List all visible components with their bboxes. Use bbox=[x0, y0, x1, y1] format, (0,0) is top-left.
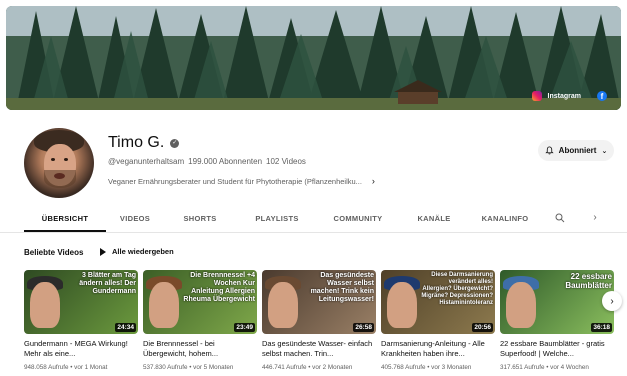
video-card[interactable]: Die Brennnessel +4 Wochen Kur Anleitung … bbox=[143, 270, 257, 371]
video-title[interactable]: Gundermann - MEGA Wirkung! Mehr als eine… bbox=[24, 339, 138, 360]
channel-meta: @veganunterhaltsam 199.000 Abonnenten 10… bbox=[108, 157, 306, 166]
video-thumbnail[interactable]: Das gesündeste Wasser selbst machen! Tri… bbox=[262, 270, 376, 334]
bell-icon bbox=[545, 146, 554, 155]
thumbnail-overlay-text: Das gesündeste Wasser selbst machen! Tri… bbox=[310, 272, 374, 304]
channel-handle: @veganunterhaltsam bbox=[108, 157, 185, 166]
video-duration: 26:58 bbox=[353, 323, 374, 332]
video-shelf: 3 Blätter am Tag ändern alles! Der Gunde… bbox=[24, 270, 614, 371]
video-count: 102 Videos bbox=[266, 157, 306, 166]
channel-description[interactable]: Veganer Ernährungsberater und Student fü… bbox=[108, 176, 375, 186]
shelf-next-arrow-icon[interactable]: › bbox=[602, 291, 622, 311]
video-duration: 23:49 bbox=[234, 323, 255, 332]
video-duration: 36:18 bbox=[591, 323, 612, 332]
tab-about[interactable]: KANALINFO bbox=[470, 210, 540, 232]
tab-playlists[interactable]: PLAYLISTS bbox=[236, 210, 318, 232]
subscriber-count: 199.000 Abonnenten bbox=[188, 157, 263, 166]
play-all-button[interactable]: Alle wiedergeben bbox=[100, 247, 174, 256]
tab-search[interactable] bbox=[540, 210, 580, 223]
video-meta: 446.741 Aufrufe • vor 2 Monaten bbox=[262, 364, 353, 371]
video-thumbnail[interactable]: Diese Darmsanierung verändert alles! All… bbox=[381, 270, 495, 334]
video-meta: 405.768 Aufrufe • vor 3 Monaten bbox=[381, 364, 472, 371]
play-icon bbox=[100, 247, 106, 256]
channel-tabs: ÜBERSICHT VIDEOS SHORTS PLAYLISTS COMMUN… bbox=[24, 210, 614, 232]
channel-banner: Instagram f bbox=[6, 6, 621, 110]
tabs-divider bbox=[0, 232, 627, 233]
section-title: Beliebte Videos bbox=[24, 248, 84, 257]
video-card[interactable]: Das gesündeste Wasser selbst machen! Tri… bbox=[262, 270, 376, 371]
thumbnail-overlay-text: Diese Darmsanierung verändert alles! All… bbox=[421, 272, 493, 306]
search-icon bbox=[555, 213, 565, 223]
subscribed-button[interactable]: Abonniert ⌄ bbox=[538, 140, 614, 161]
video-title[interactable]: Das gesündeste Wasser- einfach selbst ma… bbox=[262, 339, 376, 360]
channel-name-row: Timo G. ✓ bbox=[108, 134, 180, 152]
tabs-next-arrow-icon[interactable]: › bbox=[580, 210, 610, 223]
tab-channels[interactable]: KANÄLE bbox=[398, 210, 470, 232]
tab-videos[interactable]: VIDEOS bbox=[106, 210, 164, 232]
play-all-label: Alle wiedergeben bbox=[112, 247, 174, 256]
video-title[interactable]: 22 essbare Baumblätter - gratis Superfoo… bbox=[500, 339, 614, 360]
video-thumbnail[interactable]: 3 Blätter am Tag ändern alles! Der Gunde… bbox=[24, 270, 138, 334]
video-thumbnail[interactable]: Die Brennnessel +4 Wochen Kur Anleitung … bbox=[143, 270, 257, 334]
banner-forest-image bbox=[6, 6, 621, 110]
video-card[interactable]: Diese Darmsanierung verändert alles! All… bbox=[381, 270, 495, 371]
video-meta: 948.058 Aufrufe • vor 1 Monat bbox=[24, 364, 108, 371]
video-card[interactable]: 3 Blätter am Tag ändern alles! Der Gunde… bbox=[24, 270, 138, 371]
video-thumbnail[interactable]: 22 essbare Baumblätter 36:18 bbox=[500, 270, 614, 334]
instagram-link[interactable]: Instagram bbox=[548, 93, 581, 100]
video-title[interactable]: Darmsanierung-Anleitung - Alle Krankheit… bbox=[381, 339, 495, 360]
video-duration: 20:56 bbox=[472, 323, 493, 332]
video-meta: 537.830 Aufrufe • vor 5 Monaten bbox=[143, 364, 234, 371]
video-duration: 24:34 bbox=[115, 323, 136, 332]
banner-social-links: Instagram f bbox=[531, 91, 607, 101]
video-title[interactable]: Die Brennnessel - bei Übergewicht, hohem… bbox=[143, 339, 257, 360]
chevron-down-icon: ⌄ bbox=[601, 147, 608, 155]
tab-overview[interactable]: ÜBERSICHT bbox=[24, 210, 106, 232]
video-card[interactable]: 22 essbare Baumblätter 36:18 22 essbare … bbox=[500, 270, 614, 371]
thumbnail-overlay-text: 3 Blätter am Tag ändern alles! Der Gunde… bbox=[79, 272, 136, 296]
channel-avatar bbox=[24, 128, 94, 198]
channel-name: Timo G. bbox=[108, 134, 165, 151]
chevron-right-icon[interactable]: › bbox=[372, 176, 375, 186]
thumbnail-overlay-text: Die Brennnessel +4 Wochen Kur Anleitung … bbox=[183, 272, 255, 304]
channel-description-text: Veganer Ernährungsberater und Student fü… bbox=[108, 176, 362, 186]
instagram-icon[interactable] bbox=[531, 91, 542, 101]
thumbnail-overlay-text: 22 essbare Baumblätter bbox=[565, 272, 612, 291]
subscribed-label: Abonniert bbox=[558, 146, 597, 155]
tab-shorts[interactable]: SHORTS bbox=[164, 210, 236, 232]
facebook-icon[interactable]: f bbox=[597, 91, 607, 101]
tab-community[interactable]: COMMUNITY bbox=[318, 210, 398, 232]
video-meta: 317.651 Aufrufe • vor 4 Wochen bbox=[500, 364, 589, 371]
verified-icon: ✓ bbox=[170, 138, 180, 148]
